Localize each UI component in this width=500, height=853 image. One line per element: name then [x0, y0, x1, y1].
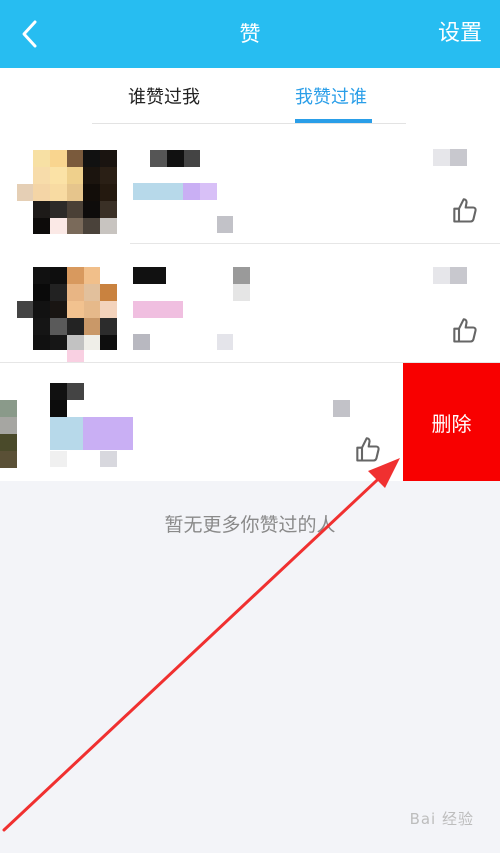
- list-item-swiped[interactable]: [0, 363, 403, 481]
- user-meta: [217, 216, 233, 233]
- page-title: 赞: [239, 22, 261, 46]
- list-item[interactable]: [0, 244, 500, 362]
- tab-who-liked-me[interactable]: 谁赞过我: [128, 84, 200, 116]
- thumbs-up-icon[interactable]: [452, 197, 480, 225]
- settings-button[interactable]: 设置: [438, 0, 482, 68]
- tab-who-i-liked[interactable]: 我赞过谁: [295, 84, 367, 116]
- watermark: Bai 经验: [409, 810, 474, 828]
- tab-divider: [92, 123, 406, 124]
- list-item[interactable]: [0, 126, 500, 244]
- empty-state-text: 暂无更多你赞过的人: [164, 514, 336, 536]
- top-bar: 赞 设置: [0, 0, 500, 68]
- tab-bar: 谁赞过我 我赞过谁: [0, 68, 500, 126]
- like-time: [333, 400, 350, 417]
- thumbs-up-icon[interactable]: [355, 436, 383, 464]
- thumbs-up-icon[interactable]: [452, 317, 480, 345]
- delete-button[interactable]: 删除: [403, 363, 500, 481]
